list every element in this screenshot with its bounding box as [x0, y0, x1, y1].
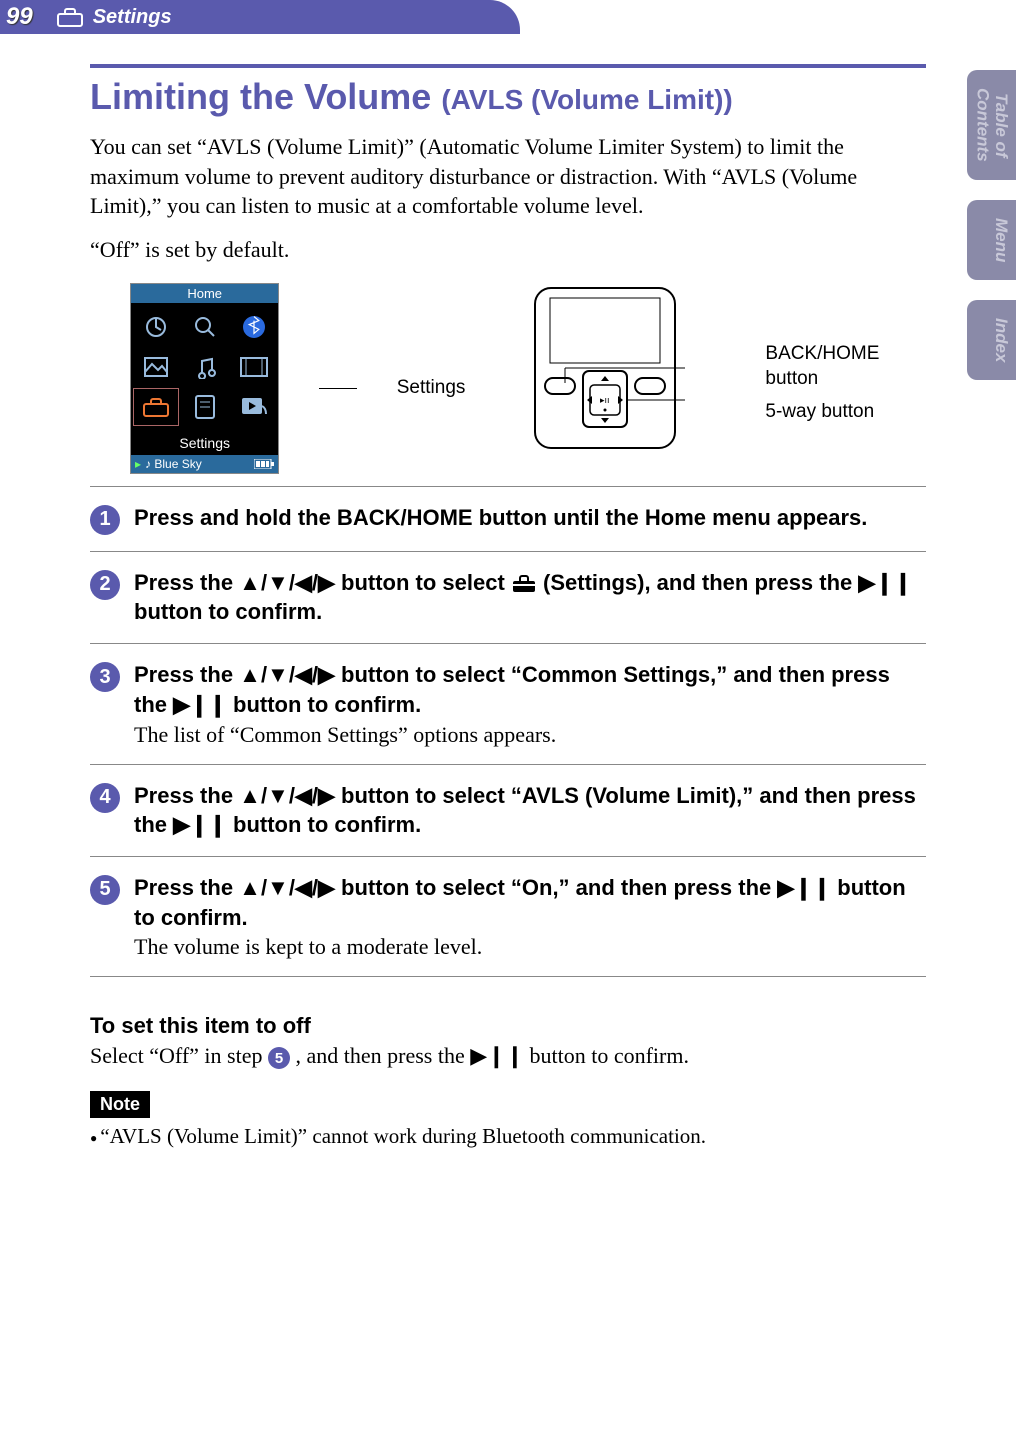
step-2: 2 Press the ▲/▼/◀/▶ button to select (Se… — [90, 551, 926, 643]
page-number: 99 — [0, 1, 43, 33]
screen-nowplaying: ▸ ♪ Blue Sky — [131, 455, 278, 473]
note-list: “AVLS (Volume Limit)” cannot work during… — [90, 1124, 926, 1149]
title-rule — [90, 64, 926, 68]
step-1-title: Press and hold the BACK/HOME button unti… — [134, 503, 926, 533]
intro-paragraph: You can set “AVLS (Volume Limit)” (Autom… — [90, 132, 926, 221]
subheading-off: To set this item to off — [90, 1013, 926, 1039]
diagram-callouts: BACK/HOME button 5-way button — [765, 342, 926, 424]
screen-selected-label: Settings — [131, 431, 278, 455]
home-grid — [131, 303, 278, 431]
page-title: Limiting the Volume — [90, 76, 431, 117]
settings-icon-selected — [133, 388, 179, 426]
step-1: 1 Press and hold the BACK/HOME button un… — [90, 486, 926, 551]
nowplaying-text: ♪ Blue Sky — [145, 457, 202, 471]
step-num-1: 1 — [90, 505, 120, 535]
callout-5way: 5-way button — [765, 400, 926, 425]
figure-row: Home Settings ▸ ♪ Blue Sky Settings — [130, 283, 926, 474]
step-2-title-a: Press the ▲/▼/◀/▶ button to select — [134, 570, 511, 595]
bluetooth-icon — [242, 315, 266, 339]
step-4-title: Press the ▲/▼/◀/▶ button to select “AVLS… — [134, 781, 926, 840]
steps-list: 1 Press and hold the BACK/HOME button un… — [90, 486, 926, 978]
search-icon — [193, 315, 217, 339]
step-ref-5: 5 — [268, 1047, 290, 1069]
device-screenshot: Home Settings ▸ ♪ Blue Sky — [130, 283, 279, 474]
toolbox-inline-icon — [511, 574, 537, 594]
note-item-1: “AVLS (Volume Limit)” cannot work during… — [90, 1124, 926, 1149]
video-icon — [240, 357, 268, 377]
sub-text-b: , and then press the ▶❙❙ button to confi… — [295, 1043, 689, 1068]
callout-backhome: BACK/HOME button — [765, 342, 926, 391]
page-content: Limiting the Volume (AVLS (Volume Limit)… — [0, 34, 1016, 1149]
battery-icon — [254, 459, 274, 469]
device-diagram: ▸ıı — [505, 283, 725, 453]
page-header: 99 Settings — [0, 0, 1016, 34]
step-5-desc: The volume is kept to a moderate level. — [134, 934, 926, 960]
header-strip: 99 Settings — [0, 0, 490, 34]
step-num-2: 2 — [90, 570, 120, 600]
step-5-title: Press the ▲/▼/◀/▶ button to select “On,”… — [134, 873, 926, 932]
step-4: 4 Press the ▲/▼/◀/▶ button to select “AV… — [90, 764, 926, 856]
svg-text:▸ıı: ▸ıı — [600, 395, 610, 405]
playlist-icon — [194, 394, 216, 420]
step-5: 5 Press the ▲/▼/◀/▶ button to select “On… — [90, 856, 926, 977]
step-num-5: 5 — [90, 875, 120, 905]
step-3-title: Press the ▲/▼/◀/▶ button to select “Comm… — [134, 660, 926, 719]
settings-callout: Settings — [397, 377, 466, 399]
nowplaying-icon — [241, 397, 267, 417]
step-num-3: 3 — [90, 662, 120, 692]
fm-icon — [144, 315, 168, 339]
sub-text-a: Select “Off” in step — [90, 1043, 268, 1068]
step-3: 3 Press the ▲/▼/◀/▶ button to select “Co… — [90, 643, 926, 763]
settings-leader-line — [319, 388, 356, 389]
play-indicator-icon: ▸ — [135, 457, 141, 471]
photo-icon — [144, 357, 168, 377]
music-icon — [193, 355, 217, 379]
note-badge: Note — [90, 1091, 150, 1118]
intro-default: “Off” is set by default. — [90, 235, 926, 265]
sub-desc-off: Select “Off” in step 5 , and then press … — [90, 1043, 926, 1069]
screen-title: Home — [131, 284, 278, 303]
header-section: Settings — [93, 6, 172, 29]
step-num-4: 4 — [90, 783, 120, 813]
page-subtitle: (AVLS (Volume Limit)) — [441, 84, 732, 115]
toolbox-icon — [57, 7, 83, 27]
step-3-desc: The list of “Common Settings” options ap… — [134, 722, 926, 748]
step-2-title: Press the ▲/▼/◀/▶ button to select (Sett… — [134, 568, 926, 627]
